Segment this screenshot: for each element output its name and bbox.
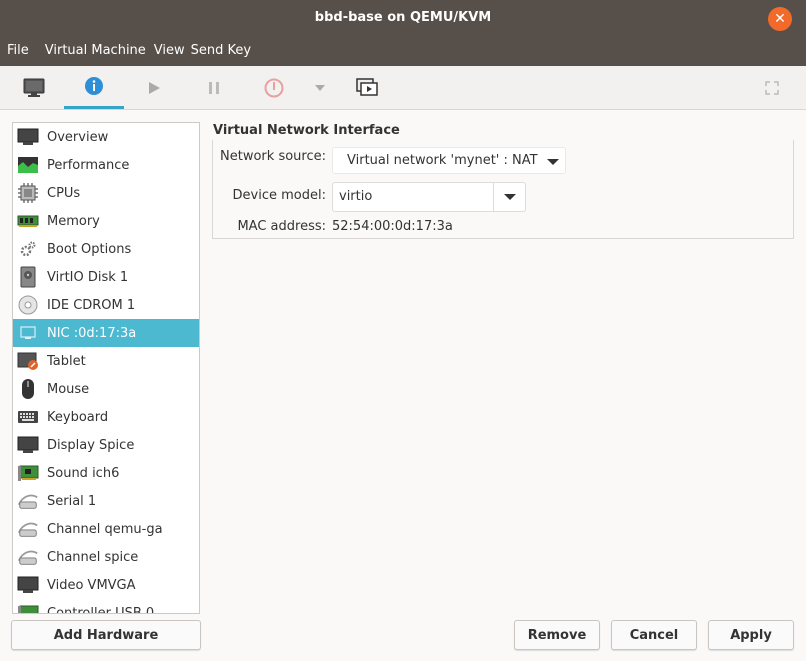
apply-button[interactable]: Apply bbox=[708, 620, 794, 650]
sidebar-item-cpus[interactable]: CPUs bbox=[13, 179, 199, 207]
sidebar-item-controller-usb[interactable]: Controller USB 0 bbox=[13, 599, 199, 614]
menu-view[interactable]: View bbox=[154, 40, 185, 62]
chevron-down-icon bbox=[504, 194, 516, 200]
pause-button[interactable] bbox=[200, 66, 228, 109]
fullscreen-button[interactable] bbox=[760, 66, 784, 109]
sidebar-item-memory[interactable]: Memory bbox=[13, 207, 199, 235]
pause-icon bbox=[209, 81, 219, 94]
network-source-select[interactable]: Virtual network 'mynet' : NAT bbox=[332, 147, 566, 174]
sidebar-item-display-spice[interactable]: Display Spice bbox=[13, 431, 199, 459]
device-model-value: virtio bbox=[339, 189, 373, 204]
sound-card-icon bbox=[17, 462, 39, 484]
memory-icon bbox=[17, 210, 39, 232]
network-source-label: Network source: bbox=[220, 149, 326, 164]
play-icon bbox=[149, 81, 160, 94]
device-model-label: Device model: bbox=[232, 188, 326, 203]
fullscreen-icon bbox=[765, 80, 779, 95]
shutdown-button[interactable] bbox=[260, 66, 288, 109]
channel-icon bbox=[17, 518, 39, 540]
menu-bar: File Virtual Machine View Send Key bbox=[0, 40, 255, 62]
gears-icon bbox=[17, 238, 39, 260]
cpu-icon bbox=[17, 182, 39, 204]
title-bar: bbd-base on QEMU/KVM ✕ File Virtual Mach… bbox=[0, 0, 806, 66]
network-source-value: Virtual network 'mynet' : NAT bbox=[347, 153, 538, 168]
sidebar-item-label: Tablet bbox=[47, 353, 86, 369]
sidebar-item-channel-spice[interactable]: Channel spice bbox=[13, 543, 199, 571]
video-icon bbox=[17, 574, 39, 596]
dropdown-arrow-icon bbox=[315, 84, 325, 91]
disk-icon bbox=[17, 266, 39, 288]
sidebar-item-tablet[interactable]: Tablet bbox=[13, 347, 199, 375]
sidebar-item-label: NIC :0d:17:3a bbox=[47, 325, 137, 341]
sidebar-item-label: Sound ich6 bbox=[47, 465, 120, 481]
close-button[interactable]: ✕ bbox=[768, 7, 792, 31]
cancel-button[interactable]: Cancel bbox=[611, 620, 697, 650]
sidebar-item-label: Display Spice bbox=[47, 437, 135, 453]
sidebar-item-label: Channel spice bbox=[47, 549, 139, 565]
sidebar-item-sound[interactable]: Sound ich6 bbox=[13, 459, 199, 487]
sidebar-item-video[interactable]: Video VMVGA bbox=[13, 571, 199, 599]
performance-icon bbox=[17, 154, 39, 176]
run-button[interactable] bbox=[140, 66, 168, 109]
sidebar-item-label: IDE CDROM 1 bbox=[47, 297, 136, 313]
sidebar-item-label: Controller USB 0 bbox=[47, 605, 155, 614]
shutdown-menu-button[interactable] bbox=[310, 66, 330, 109]
device-model-dropdown-button[interactable] bbox=[493, 183, 525, 211]
sidebar-item-label: Performance bbox=[47, 157, 130, 173]
sidebar-item-label: CPUs bbox=[47, 185, 81, 201]
hardware-list: Overview Performance CPUs Memory Boot Op… bbox=[12, 122, 200, 614]
sidebar-item-label: Video VMVGA bbox=[47, 577, 136, 593]
toolbar bbox=[0, 66, 806, 110]
window-title: bbd-base on QEMU/KVM bbox=[314, 10, 492, 25]
mouse-icon bbox=[17, 378, 39, 400]
sidebar-item-label: Memory bbox=[47, 213, 100, 229]
sidebar-item-channel-qemu-ga[interactable]: Channel qemu-ga bbox=[13, 515, 199, 543]
snapshots-button[interactable] bbox=[352, 66, 382, 109]
section-title: Virtual Network Interface bbox=[213, 123, 400, 138]
serial-icon bbox=[17, 490, 39, 512]
sidebar-item-label: Serial 1 bbox=[47, 493, 97, 509]
sidebar-item-label: Channel qemu-ga bbox=[47, 521, 163, 537]
mac-address-label: MAC address: bbox=[237, 219, 326, 234]
info-icon bbox=[85, 77, 103, 95]
sidebar-item-label: VirtIO Disk 1 bbox=[47, 269, 129, 285]
sidebar-item-ide-cdrom[interactable]: IDE CDROM 1 bbox=[13, 291, 199, 319]
menu-virtual-machine[interactable]: Virtual Machine bbox=[45, 40, 146, 62]
mac-address-value: 52:54:00:0d:17:3a bbox=[332, 219, 453, 234]
sidebar-item-keyboard[interactable]: Keyboard bbox=[13, 403, 199, 431]
console-button[interactable] bbox=[18, 66, 50, 109]
controller-icon bbox=[17, 602, 39, 613]
sidebar-item-virtio-disk[interactable]: VirtIO Disk 1 bbox=[13, 263, 199, 291]
monitor-icon bbox=[17, 126, 39, 148]
sidebar-item-label: Mouse bbox=[47, 381, 90, 397]
device-model-field[interactable]: virtio bbox=[332, 182, 526, 212]
cdrom-icon bbox=[17, 294, 39, 316]
add-hardware-button[interactable]: Add Hardware bbox=[11, 620, 201, 650]
sidebar-item-performance[interactable]: Performance bbox=[13, 151, 199, 179]
monitor-icon bbox=[23, 78, 45, 97]
menu-file[interactable]: File bbox=[7, 40, 29, 62]
sidebar-item-serial[interactable]: Serial 1 bbox=[13, 487, 199, 515]
sidebar-item-label: Boot Options bbox=[47, 241, 132, 257]
details-button[interactable] bbox=[64, 66, 124, 109]
sidebar-item-overview[interactable]: Overview bbox=[13, 123, 199, 151]
menu-send-key[interactable]: Send Key bbox=[191, 40, 251, 62]
sidebar-item-nic[interactable]: NIC :0d:17:3a bbox=[13, 319, 199, 347]
tablet-icon bbox=[17, 350, 39, 372]
channel-icon bbox=[17, 546, 39, 568]
nic-icon bbox=[17, 322, 39, 344]
display-icon bbox=[17, 434, 39, 456]
power-icon bbox=[264, 78, 284, 97]
sidebar-item-label: Overview bbox=[47, 129, 109, 145]
remove-button[interactable]: Remove bbox=[514, 620, 600, 650]
keyboard-icon bbox=[17, 406, 39, 428]
chevron-down-icon bbox=[547, 159, 559, 165]
sidebar-item-label: Keyboard bbox=[47, 409, 109, 425]
sidebar-item-boot-options[interactable]: Boot Options bbox=[13, 235, 199, 263]
snapshots-icon bbox=[356, 77, 378, 96]
sidebar-item-mouse[interactable]: Mouse bbox=[13, 375, 199, 403]
